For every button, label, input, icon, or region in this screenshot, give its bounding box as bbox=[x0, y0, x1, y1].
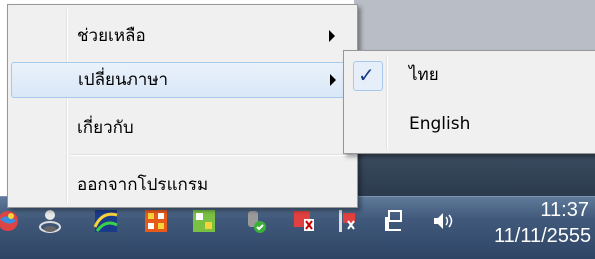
volume-icon[interactable] bbox=[428, 207, 456, 235]
language-option-english[interactable]: English bbox=[347, 107, 593, 141]
submenu-arrow-icon bbox=[329, 30, 335, 42]
language-submenu: ✓ ไทย English bbox=[343, 50, 595, 154]
grid-app-2-icon[interactable] bbox=[190, 207, 218, 235]
menu-separator bbox=[70, 154, 352, 156]
menu-item-exit[interactable]: ออกจากโปรแกรม bbox=[11, 168, 354, 202]
menu-item-label: เกี่ยวกับ bbox=[77, 118, 134, 138]
menu-item-label: ช่วยเหลือ bbox=[77, 26, 146, 46]
flag-icon[interactable] bbox=[290, 207, 318, 235]
action-center-icon[interactable] bbox=[334, 207, 362, 235]
language-option-label: ไทย bbox=[409, 65, 439, 85]
network-icon[interactable] bbox=[380, 207, 408, 235]
language-option-label: English bbox=[409, 114, 471, 134]
clock-date: 11/11/2555 bbox=[494, 225, 592, 247]
menu-item-about[interactable]: เกี่ยวกับ bbox=[11, 111, 354, 145]
menu-item-help[interactable]: ช่วยเหลือ bbox=[11, 19, 354, 53]
grid-app-icon[interactable] bbox=[142, 207, 170, 235]
user-network-icon[interactable] bbox=[36, 207, 64, 235]
colorful-app-icon[interactable] bbox=[92, 207, 120, 235]
system-clock[interactable]: 11:37 11/11/2555 bbox=[494, 197, 592, 249]
menu-item-label: ออกจากโปรแกรม bbox=[77, 175, 209, 195]
clock-time: 11:37 bbox=[540, 199, 589, 221]
menu-item-change-language[interactable]: เปลี่ยนภาษา bbox=[11, 62, 356, 98]
desktop-background-top bbox=[354, 0, 595, 50]
checkmark-glyph: ✓ bbox=[358, 63, 375, 87]
globe-icon[interactable] bbox=[0, 207, 22, 235]
checkmark-icon: ✓ bbox=[353, 61, 383, 91]
menu-item-label: เปลี่ยนภาษา bbox=[78, 70, 169, 90]
desktop-background-band bbox=[354, 150, 595, 196]
submenu-arrow-icon bbox=[330, 74, 336, 86]
context-menu: ช่วยเหลือ เปลี่ยนภาษา เกี่ยวกับ ออกจากโป… bbox=[7, 4, 358, 208]
antivirus-icon[interactable] bbox=[240, 207, 268, 235]
language-option-thai[interactable]: ✓ ไทย bbox=[347, 58, 593, 92]
